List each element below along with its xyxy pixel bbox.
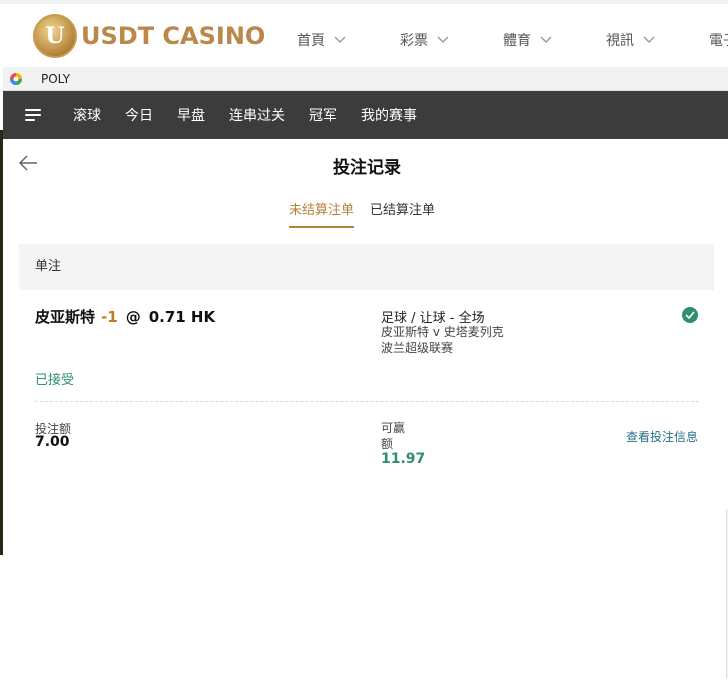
bet-status: 已接受 <box>35 373 75 388</box>
chevron-down-icon <box>436 33 450 47</box>
bet-team: 皮亚斯特 <box>35 308 96 326</box>
bet-at-symbol: @ <box>125 308 141 326</box>
site-nav-home[interactable]: 首頁 <box>297 30 400 50</box>
logo-letter: U <box>45 23 65 49</box>
site-header: U USDT CASINO 首頁 彩票 體育 視訊 電子 <box>0 0 728 66</box>
top-strip <box>0 0 728 4</box>
site-nav-label: 電子 <box>709 33 728 49</box>
chevron-down-icon <box>642 33 656 47</box>
site-nav-lottery[interactable]: 彩票 <box>400 30 503 50</box>
bet-league: 波兰超级联赛 <box>381 341 454 355</box>
site-nav-label: 彩票 <box>400 33 428 49</box>
window-title: POLY <box>41 71 71 86</box>
bet-selection: 皮亚斯特 -1 @0.71 HK <box>35 306 215 327</box>
site-nav-label: 視訊 <box>606 33 634 49</box>
site-nav-label: 體育 <box>503 33 531 49</box>
dashed-divider <box>35 401 699 402</box>
site-logo[interactable]: U USDT CASINO <box>33 14 265 58</box>
sports-nav: 滚球 今日 早盘 连串过关 冠军 我的赛事 <box>3 91 728 139</box>
view-bet-details-link[interactable]: 查看投注信息 <box>626 428 698 445</box>
site-nav-sports[interactable]: 體育 <box>503 30 606 50</box>
sports-tab-parlay[interactable]: 连串过关 <box>229 105 285 125</box>
window-titlebar: POLY <box>3 67 728 91</box>
section-header-single: 单注 <box>19 244 714 290</box>
chevron-down-icon <box>333 33 347 47</box>
logo-text: USDT CASINO <box>81 22 266 50</box>
site-nav-slots[interactable]: 電子 <box>709 30 728 50</box>
chevron-down-icon <box>539 33 553 47</box>
win-label: 可赢额 <box>381 421 406 451</box>
check-circle-icon <box>682 307 698 323</box>
site-nav-label: 首頁 <box>297 33 325 49</box>
browser-app-icon <box>10 72 22 85</box>
sports-tab-today[interactable]: 今日 <box>125 105 153 125</box>
page-title: 投注记录 <box>333 158 401 178</box>
bet-match: 皮亚斯特 v 史塔麦列克 <box>381 325 504 339</box>
sports-tab-outright[interactable]: 冠军 <box>309 105 337 125</box>
sports-tab-early[interactable]: 早盘 <box>177 105 205 125</box>
site-nav: 首頁 彩票 體育 視訊 電子 <box>297 30 728 50</box>
bet-history-panel: 投注记录 未结算注单 已结算注单 单注 皮亚斯特 -1 @0.71 HK 足球 / … <box>3 139 728 689</box>
stake-value: 7.00 <box>35 434 70 450</box>
site-nav-live[interactable]: 視訊 <box>606 30 709 50</box>
bet-odds: 0.71 HK <box>148 308 216 326</box>
sports-tab-live[interactable]: 滚球 <box>73 105 101 125</box>
sports-tab-my-events[interactable]: 我的赛事 <box>361 105 417 125</box>
bet-handicap: -1 <box>101 308 118 326</box>
logo-coin-icon: U <box>33 14 77 58</box>
bet-status-tabs: 未结算注单 已结算注单 <box>289 199 451 228</box>
win-value: 11.97 <box>381 451 426 467</box>
tab-unsettled[interactable]: 未结算注单 <box>289 199 355 228</box>
tab-settled[interactable]: 已结算注单 <box>370 199 435 228</box>
hamburger-menu-icon[interactable] <box>25 105 55 125</box>
